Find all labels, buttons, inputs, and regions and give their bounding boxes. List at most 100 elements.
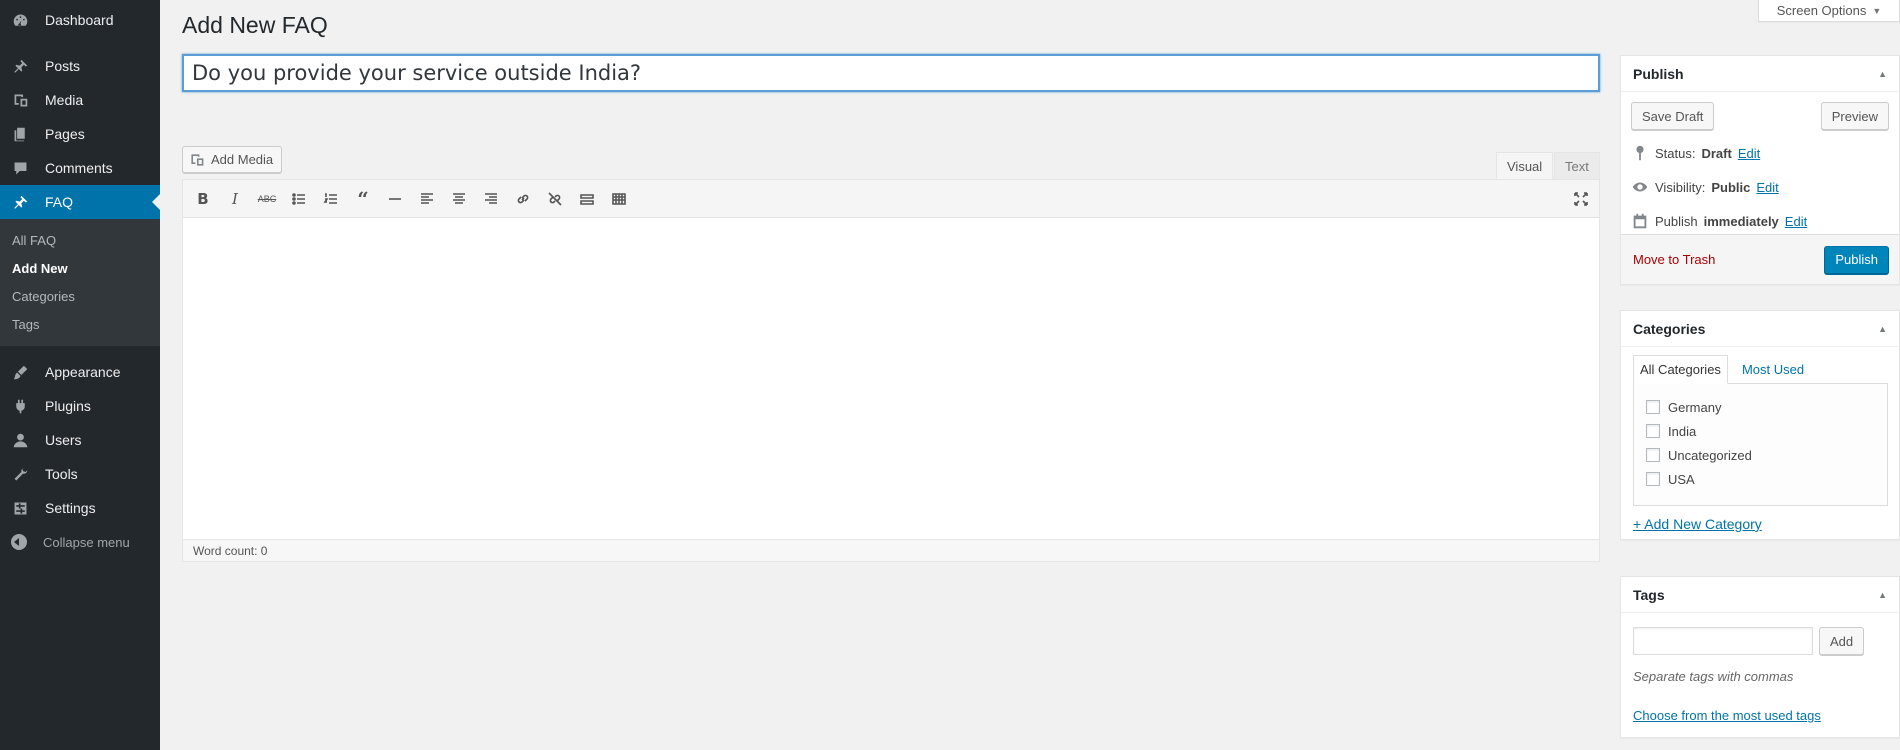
preview-button[interactable]: Preview	[1820, 102, 1889, 130]
toolbar-toggle-icon[interactable]	[607, 187, 631, 211]
collapse-menu[interactable]: Collapse menu	[0, 525, 160, 559]
category-checkbox[interactable]	[1646, 424, 1660, 438]
menu-users-label: Users	[45, 432, 82, 448]
screen-options-button[interactable]: Screen Options ▼	[1758, 0, 1900, 22]
add-new-category-link[interactable]: + Add New Category	[1633, 516, 1762, 532]
move-to-trash-link[interactable]: Move to Trash	[1633, 252, 1715, 267]
settings-icon	[10, 498, 30, 518]
tab-visual[interactable]: Visual	[1496, 152, 1554, 179]
category-label: Uncategorized	[1668, 447, 1752, 463]
screen-options-label: Screen Options	[1776, 3, 1867, 18]
fullscreen-icon[interactable]	[1569, 187, 1593, 211]
comment-icon	[10, 158, 30, 178]
menu-comments-label: Comments	[45, 160, 113, 176]
editor-toolbar: B I ABC “	[183, 180, 1599, 218]
edit-visibility-link[interactable]: Edit	[1756, 180, 1778, 195]
status-label: Status:	[1655, 145, 1696, 161]
publish-time-label: Publish	[1655, 213, 1698, 229]
category-item[interactable]: Uncategorized	[1634, 443, 1887, 467]
publish-box-title: Publish	[1633, 65, 1684, 82]
menu-appearance[interactable]: Appearance	[0, 355, 160, 389]
edit-publish-time-link[interactable]: Edit	[1785, 214, 1807, 229]
wrench-icon	[10, 464, 30, 484]
align-center-icon[interactable]	[447, 187, 471, 211]
bullet-list-icon[interactable]	[287, 187, 311, 211]
choose-most-used-tags-link[interactable]: Choose from the most used tags	[1633, 708, 1821, 723]
tags-box-header[interactable]: Tags ▲	[1621, 577, 1899, 613]
publish-time-value: immediately	[1703, 213, 1779, 229]
category-item[interactable]: USA	[1634, 467, 1887, 491]
category-checkbox[interactable]	[1646, 472, 1660, 486]
link-icon[interactable]	[511, 187, 535, 211]
menu-tools[interactable]: Tools	[0, 457, 160, 491]
menu-dashboard[interactable]: Dashboard	[0, 3, 160, 37]
category-tabs: All Categories Most Used	[1633, 355, 1810, 384]
tags-input[interactable]	[1633, 627, 1813, 655]
tab-all-categories[interactable]: All Categories	[1633, 355, 1728, 384]
toggle-arrow-icon[interactable]: ▲	[1878, 590, 1887, 600]
menu-posts-label: Posts	[45, 58, 81, 74]
menu-faq[interactable]: FAQ	[0, 185, 160, 219]
menu-users[interactable]: Users	[0, 423, 160, 457]
menu-media-label: Media	[45, 92, 84, 108]
unlink-icon[interactable]	[543, 187, 567, 211]
publish-time-row: Publish immediately Edit	[1621, 204, 1899, 238]
categories-box-header[interactable]: Categories ▲	[1621, 311, 1899, 347]
submenu-tags[interactable]: Tags	[0, 310, 160, 338]
bold-icon[interactable]: B	[191, 187, 215, 211]
pin-icon	[10, 56, 30, 76]
numbered-list-icon[interactable]	[319, 187, 343, 211]
save-draft-button[interactable]: Save Draft	[1631, 102, 1715, 130]
blockquote-icon[interactable]: “	[351, 187, 375, 211]
visibility-row: Visibility: Public Edit	[1621, 170, 1899, 204]
publish-box-header[interactable]: Publish ▲	[1621, 56, 1899, 92]
menu-comments[interactable]: Comments	[0, 151, 160, 185]
menu-pages[interactable]: Pages	[0, 117, 160, 151]
categories-box: Categories ▲ All Categories Most Used Ge…	[1620, 310, 1900, 540]
strikethrough-icon[interactable]: ABC	[255, 187, 279, 211]
category-checkbox[interactable]	[1646, 448, 1660, 462]
category-checkbox[interactable]	[1646, 400, 1660, 414]
category-item[interactable]: India	[1634, 419, 1887, 443]
menu-settings[interactable]: Settings	[0, 491, 160, 525]
dashboard-icon	[10, 10, 30, 30]
add-tag-button[interactable]: Add	[1819, 627, 1865, 655]
toggle-arrow-icon[interactable]: ▲	[1878, 69, 1887, 79]
media-icon	[10, 90, 30, 110]
read-more-icon[interactable]	[575, 187, 599, 211]
menu-media[interactable]: Media	[0, 83, 160, 117]
tab-most-used[interactable]: Most Used	[1736, 355, 1810, 384]
submenu-categories[interactable]: Categories	[0, 282, 160, 310]
tags-box: Tags ▲ Add Separate tags with commas Cho…	[1620, 576, 1900, 738]
menu-plugins[interactable]: Plugins	[0, 389, 160, 423]
menu-posts[interactable]: Posts	[0, 49, 160, 83]
content-editor: B I ABC “ Word count: 0	[182, 179, 1600, 562]
edit-status-link[interactable]: Edit	[1738, 146, 1760, 161]
submenu-add-new[interactable]: Add New	[0, 254, 160, 282]
media-icon	[191, 153, 204, 166]
add-media-button[interactable]: Add Media	[182, 146, 283, 173]
publish-actions: Move to Trash Publish	[1621, 234, 1899, 284]
tab-text[interactable]: Text	[1554, 152, 1600, 179]
submenu-all-faq[interactable]: All FAQ	[0, 226, 160, 254]
category-item[interactable]: Germany	[1634, 395, 1887, 419]
editor-content-area[interactable]	[183, 218, 1599, 541]
toggle-arrow-icon[interactable]: ▲	[1878, 324, 1887, 334]
post-title-input[interactable]	[182, 54, 1600, 92]
visibility-label: Visibility:	[1655, 179, 1706, 195]
categories-box-title: Categories	[1633, 320, 1706, 337]
publish-button[interactable]: Publish	[1824, 245, 1889, 274]
horizontal-line-icon[interactable]	[383, 187, 407, 211]
word-count: Word count: 0	[183, 539, 1599, 561]
menu-plugins-label: Plugins	[45, 398, 91, 414]
tags-hint: Separate tags with commas	[1633, 669, 1794, 684]
category-label: India	[1668, 423, 1697, 439]
pin-icon	[1636, 145, 1644, 161]
align-left-icon[interactable]	[415, 187, 439, 211]
tags-box-title: Tags	[1633, 586, 1665, 603]
italic-icon[interactable]: I	[223, 187, 247, 211]
plugin-icon	[10, 396, 30, 416]
menu-settings-label: Settings	[45, 500, 96, 516]
align-right-icon[interactable]	[479, 187, 503, 211]
caret-down-icon: ▼	[1872, 5, 1882, 16]
